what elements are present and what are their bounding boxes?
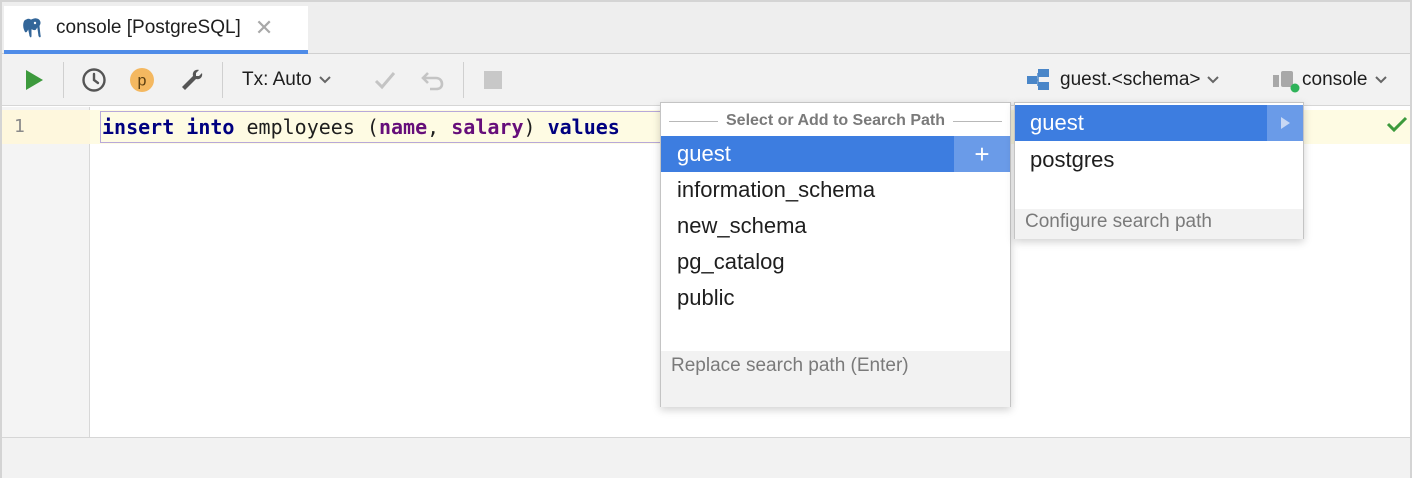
list-item-postgres-database[interactable]: postgres [1015,142,1303,178]
title-divider [669,120,718,122]
transaction-mode-dropdown[interactable]: Tx: Auto [242,54,348,106]
comma: , [427,115,452,139]
add-to-search-path-button[interactable]: + [954,136,1010,172]
svg-text:p: p [138,73,147,90]
ide-window: console [PostgreSQL] ✕ p Tx: Auto guest.… [0,0,1412,478]
table-name: employees ( [234,115,379,139]
toolbar-separator [63,62,64,98]
parameter-p-icon: p [130,68,154,92]
settings-button[interactable] [174,54,210,106]
tab-label: console [PostgreSQL] [56,17,241,38]
line-gutter [2,107,90,437]
clock-icon [82,68,106,92]
undo-icon [421,72,444,91]
list-item-label: postgres [1030,147,1115,172]
keyword-into: into [186,115,235,139]
commit-button[interactable] [368,54,402,106]
status-bar [2,437,1410,478]
database-schema-popup: guest postgres Configure search path [1014,102,1304,239]
column-salary: salary [451,115,524,139]
line-number: 1 [14,116,25,137]
schema-icon [1027,69,1049,90]
list-item-label: guest [1030,110,1084,135]
session-selector[interactable]: console [1270,54,1404,106]
keyword-values: values [547,115,620,139]
execute-button[interactable] [16,54,52,106]
popup-footer-hint: Replace search path (Enter) [661,351,1010,407]
stop-button[interactable] [476,54,510,106]
rollback-button[interactable] [416,54,450,106]
schema-selector[interactable]: guest.<schema> [1026,54,1250,106]
schema-list: guest + information_schema new_schema pg… [661,136,1010,316]
close-paren: ) [523,115,548,139]
chevron-down-icon [1374,76,1387,84]
list-item-information-schema[interactable]: information_schema [661,172,1010,208]
toolbar-separator [463,62,464,98]
checkmark-icon [374,72,396,90]
chevron-down-icon [1207,76,1220,84]
list-item-label: pg_catalog [677,249,785,274]
close-tab-icon[interactable]: ✕ [255,17,273,39]
list-item-label: new_schema [677,213,807,238]
connection-plug-icon [1273,71,1300,93]
list-item-new-schema[interactable]: new_schema [661,208,1010,244]
editor-tab-bar: console [PostgreSQL] ✕ [2,2,1410,54]
list-item-guest-database[interactable]: guest [1015,105,1303,141]
postgresql-elephant-icon [22,17,42,39]
wrench-icon [182,69,203,90]
console-toolbar: p Tx: Auto guest.<schema> console [2,54,1410,106]
list-item-pg-catalog[interactable]: pg_catalog [661,244,1010,280]
no-errors-checkmark-icon [1386,116,1408,133]
column-name: name [378,115,428,139]
tab-console-postgresql[interactable]: console [PostgreSQL] ✕ [4,6,308,54]
schema-selector-label: guest.<schema> [1060,69,1201,90]
toolbar-separator [222,62,223,98]
list-item-public[interactable]: public [661,280,1010,316]
search-path-popup: Select or Add to Search Path guest + inf… [660,102,1011,407]
tx-mode-label: Tx: Auto [242,69,312,90]
title-divider [953,120,1003,122]
submenu-arrow-icon[interactable] [1267,105,1303,141]
list-item-guest[interactable]: guest + [661,136,1010,172]
popup-title-row: Select or Add to Search Path [661,109,1010,133]
popup-title: Select or Add to Search Path [726,112,946,129]
sql-code-line[interactable]: insert into employees (name, salary) val… [102,115,620,139]
play-icon [26,70,43,90]
list-item-label: information_schema [677,177,876,202]
history-button[interactable] [76,54,112,106]
session-selector-label: console [1302,69,1368,90]
parameters-button[interactable]: p [124,54,160,106]
list-item-label: public [677,285,735,310]
keyword-insert: insert [102,115,175,139]
configure-search-path-link[interactable]: Configure search path [1015,209,1303,239]
list-item-label: guest [677,141,731,166]
stop-icon [484,71,502,89]
chevron-down-icon [318,76,331,84]
